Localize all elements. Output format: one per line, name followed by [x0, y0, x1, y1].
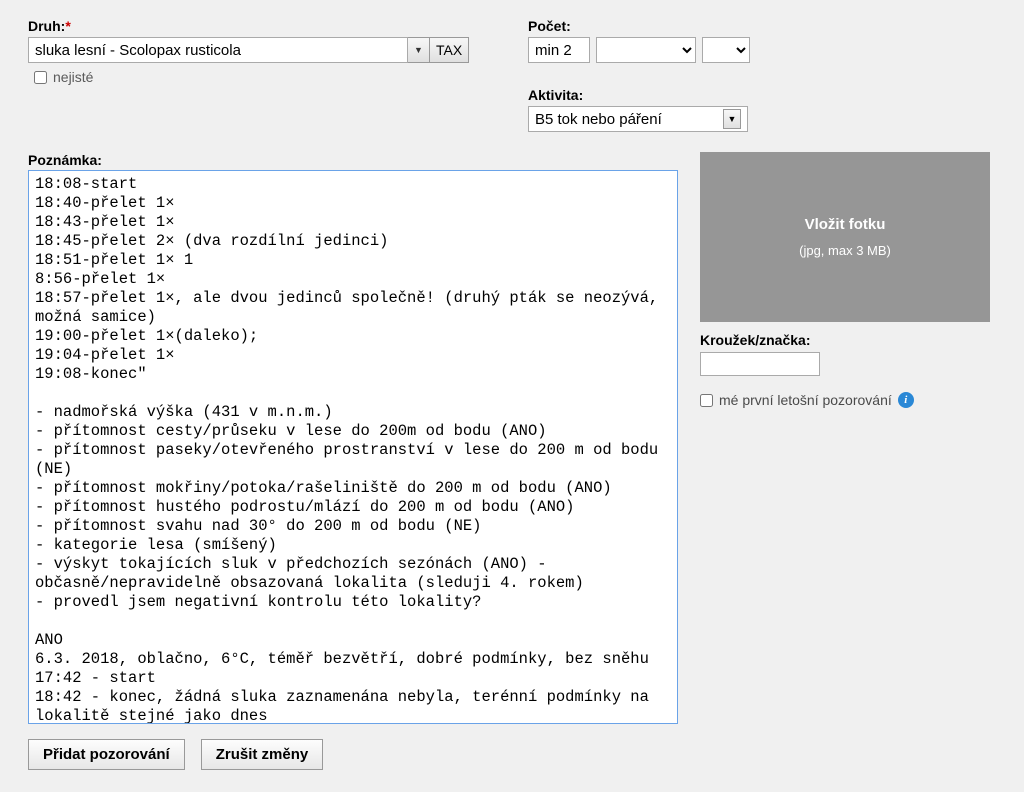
- top-row: Druh:* ▼ TAX nejisté Počet: Aktivita:: [28, 18, 996, 132]
- species-label: Druh:*: [28, 18, 498, 34]
- activity-block: Aktivita: B5 tok nebo páření ▼: [528, 87, 750, 132]
- cancel-changes-button[interactable]: Zrušit změny: [201, 739, 324, 770]
- count-input[interactable]: [528, 37, 590, 63]
- info-icon[interactable]: i: [898, 392, 914, 408]
- count-select-1[interactable]: [596, 37, 696, 63]
- add-observation-button[interactable]: Přidat pozorování: [28, 739, 185, 770]
- upload-photo-title: Vložit fotku: [805, 216, 886, 233]
- uncertain-checkbox-row[interactable]: nejisté: [28, 69, 498, 85]
- uncertain-label: nejisté: [53, 69, 93, 85]
- main-row: Poznámka: Vložit fotku (jpg, max 3 MB) K…: [28, 152, 996, 727]
- upload-photo-box[interactable]: Vložit fotku (jpg, max 3 MB): [700, 152, 990, 322]
- species-field-group: Druh:* ▼ TAX nejisté: [28, 18, 498, 132]
- activity-label: Aktivita:: [528, 87, 750, 103]
- tax-button[interactable]: TAX: [430, 37, 469, 63]
- first-observation-checkbox[interactable]: [700, 394, 713, 407]
- note-textarea[interactable]: [28, 170, 678, 724]
- required-mark: *: [65, 18, 70, 34]
- observation-form: Druh:* ▼ TAX nejisté Počet: Aktivita:: [10, 10, 1014, 782]
- species-dropdown-button[interactable]: ▼: [408, 37, 430, 63]
- count-label: Počet:: [528, 18, 750, 34]
- count-select-2[interactable]: [702, 37, 750, 63]
- first-observation-label: mé první letošní pozorování: [719, 392, 892, 408]
- buttons-row: Přidat pozorování Zrušit změny: [28, 739, 996, 770]
- activity-value: B5 tok nebo páření: [535, 111, 662, 128]
- chevron-down-icon: ▼: [723, 109, 741, 129]
- ring-label: Kroužek/značka:: [700, 332, 996, 348]
- species-input[interactable]: [28, 37, 408, 63]
- species-input-row: ▼ TAX: [28, 37, 498, 63]
- uncertain-checkbox[interactable]: [34, 71, 47, 84]
- count-row: [528, 37, 750, 63]
- activity-select[interactable]: B5 tok nebo páření ▼: [528, 106, 748, 132]
- species-label-text: Druh:: [28, 18, 65, 34]
- note-label: Poznámka:: [28, 152, 678, 168]
- note-column: Poznámka:: [28, 152, 678, 727]
- count-activity-group: Počet: Aktivita: B5 tok nebo páření ▼: [528, 18, 750, 132]
- upload-photo-hint: (jpg, max 3 MB): [799, 243, 891, 258]
- right-column: Vložit fotku (jpg, max 3 MB) Kroužek/zna…: [700, 152, 996, 408]
- first-observation-row[interactable]: mé první letošní pozorování i: [700, 392, 996, 408]
- ring-input[interactable]: [700, 352, 820, 376]
